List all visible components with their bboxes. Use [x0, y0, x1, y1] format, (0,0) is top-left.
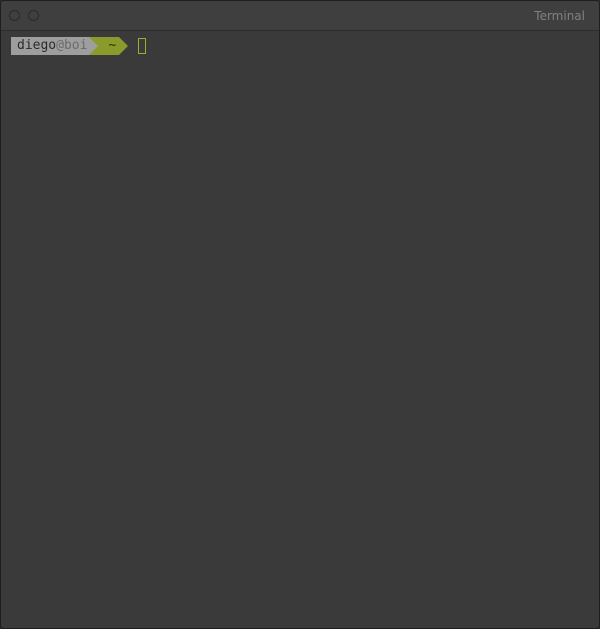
prompt-cwd-segment: ~ — [98, 37, 119, 55]
close-window-button[interactable] — [9, 10, 20, 21]
window-controls — [9, 10, 39, 21]
terminal-window: Terminal diego@boi ~ — [0, 0, 600, 629]
powerline-separator-icon — [89, 37, 98, 55]
prompt-cwd: ~ — [108, 37, 116, 55]
titlebar: Terminal — [1, 1, 599, 31]
prompt-user: diego — [17, 37, 56, 55]
terminal-body[interactable]: diego@boi ~ — [1, 31, 599, 628]
cursor-icon — [138, 38, 146, 54]
minimize-window-button[interactable] — [28, 10, 39, 21]
powerline-separator-icon — [119, 37, 128, 55]
prompt-host: boi — [64, 37, 87, 55]
prompt-line: diego@boi ~ — [11, 37, 589, 55]
window-title: Terminal — [534, 9, 585, 23]
prompt-at: @ — [56, 37, 64, 55]
prompt-user-host-segment: diego@boi — [11, 37, 89, 55]
